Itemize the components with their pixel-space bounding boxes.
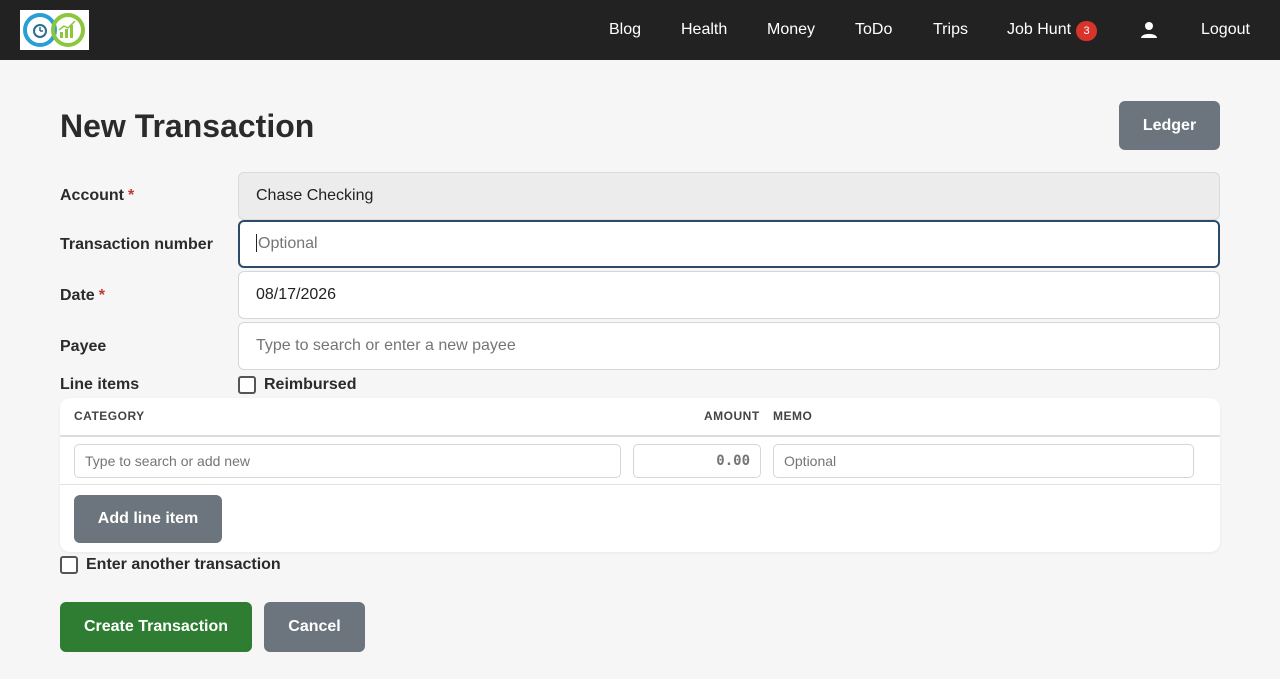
enter-another-checkbox[interactable] — [60, 556, 78, 574]
payee-label: Payee — [60, 338, 107, 355]
account-field: Chase Checking — [238, 172, 1220, 220]
required-mark: * — [128, 187, 135, 204]
nav-item-money[interactable]: Money — [767, 20, 815, 39]
nav-item-todo[interactable]: ToDo — [855, 20, 892, 39]
enter-another-label[interactable]: Enter another transaction — [86, 555, 281, 574]
memo-placeholder: Optional — [784, 453, 837, 469]
date-value: 08/17/2026 — [256, 286, 337, 303]
line-items-card: CATEGORY AMOUNT MEMO Type to search or a… — [60, 398, 1220, 552]
create-transaction-button[interactable]: Create Transaction — [60, 602, 252, 652]
column-header-amount: AMOUNT — [704, 409, 760, 423]
reimbursed-label[interactable]: Reimbursed — [264, 375, 356, 394]
date-label: Date * — [60, 286, 105, 305]
cancel-button[interactable]: Cancel — [264, 602, 365, 652]
date-label-text: Date — [60, 287, 95, 304]
nav-item-health[interactable]: Health — [681, 20, 727, 39]
job-hunt-count-badge: 3 — [1076, 21, 1097, 41]
top-navbar: Blog Health Money ToDo Trips Job Hunt 3 … — [0, 0, 1280, 60]
amount-value: 0.00 — [716, 453, 750, 469]
column-header-category: CATEGORY — [74, 409, 145, 423]
required-mark: * — [98, 287, 105, 304]
memo-input[interactable]: Optional — [773, 444, 1194, 478]
nav-item-job-hunt[interactable]: Job Hunt — [1007, 20, 1071, 39]
account-label-text: Account — [60, 187, 124, 204]
column-header-memo: MEMO — [773, 409, 813, 423]
payee-input[interactable]: Type to search or enter a new payee — [238, 322, 1220, 370]
header-divider — [60, 435, 1220, 437]
payee-placeholder: Type to search or enter a new payee — [256, 337, 516, 354]
app-logo[interactable] — [20, 10, 89, 50]
transaction-number-placeholder: Optional — [258, 235, 318, 252]
row-divider — [60, 484, 1220, 485]
transaction-number-input[interactable]: Optional — [238, 220, 1220, 268]
account-label: Account * — [60, 186, 134, 205]
text-caret — [256, 233, 257, 252]
logout-link[interactable]: Logout — [1201, 20, 1250, 39]
category-placeholder: Type to search or add new — [85, 453, 250, 469]
nav-item-blog[interactable]: Blog — [609, 20, 641, 39]
add-line-item-button[interactable]: Add line item — [74, 495, 222, 543]
page-title: New Transaction — [60, 108, 315, 144]
date-input[interactable]: 08/17/2026 — [238, 271, 1220, 319]
account-value: Chase Checking — [256, 187, 374, 204]
line-items-label: Line items — [60, 376, 140, 393]
user-icon[interactable] — [1140, 21, 1158, 39]
reimbursed-checkbox[interactable] — [238, 376, 256, 394]
category-input[interactable]: Type to search or add new — [74, 444, 621, 478]
ledger-button[interactable]: Ledger — [1119, 101, 1220, 150]
transaction-number-label: Transaction number — [60, 236, 213, 253]
nav-item-trips[interactable]: Trips — [933, 20, 968, 39]
amount-input[interactable]: 0.00 — [633, 444, 761, 478]
